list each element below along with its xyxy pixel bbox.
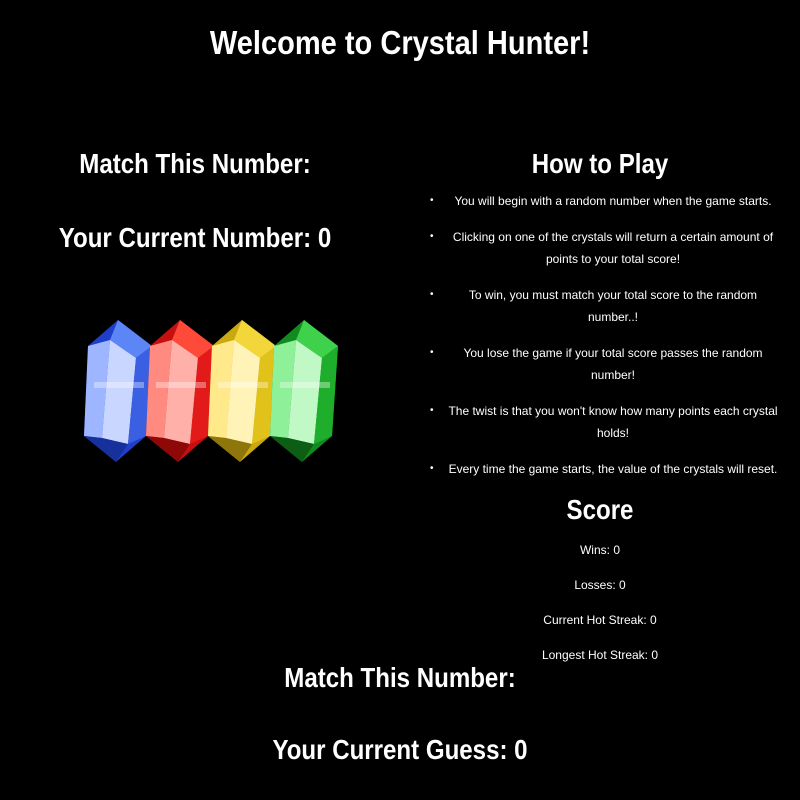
page-title: Welcome to Crystal Hunter! (209, 24, 591, 61)
bullet-icon: • (430, 463, 434, 474)
rule-text: Clicking on one of the crystals will ret… (452, 230, 774, 266)
how-to-play-title: How to Play (531, 148, 669, 179)
bottom-guess-label: Your Current Guess: 0 (272, 734, 528, 765)
rule-item: • Clicking on one of the crystals will re… (420, 226, 780, 270)
green-crystal-icon (270, 320, 338, 462)
rules-list: • You will begin with a random number whe… (420, 190, 780, 480)
rule-text: Every time the game starts, the value of… (448, 462, 778, 476)
bullet-icon: • (430, 289, 434, 300)
bullet-icon: • (430, 195, 434, 206)
rule-text: To win, you must match your total score … (468, 288, 758, 324)
bullet-icon: • (430, 405, 434, 416)
game-page: Welcome to Crystal Hunter! Match This Nu… (0, 0, 800, 800)
crystal-group (80, 318, 340, 464)
rule-item: • You lose the game if your total score p… (420, 342, 780, 386)
bottom-target-label: Match This Number: (284, 662, 516, 693)
score-title: Score (566, 494, 634, 525)
rule-text: The twist is that you won't know how man… (448, 404, 778, 440)
rule-item: • To win, you must match your total score… (420, 284, 780, 328)
wins-count: Wins: 0 (579, 543, 620, 557)
bullet-icon: • (430, 347, 434, 358)
current-streak: Current Hot Streak: 0 (543, 613, 657, 627)
rule-text: You will begin with a random number when… (454, 194, 772, 208)
target-number-label: Match This Number: (79, 148, 311, 179)
instructions-panel: How to Play • You will begin with a rando… (420, 148, 780, 680)
number-panel: Match This Number: Your Current Number: … (0, 148, 390, 254)
losses-count: Losses: 0 (574, 578, 626, 592)
rule-item: • Every time the game starts, the value o… (420, 458, 780, 480)
current-number-label: Your Current Number: 0 (58, 222, 332, 253)
score-list: Wins: 0 Losses: 0 Current Hot Streak: 0 … (420, 540, 780, 680)
green-crystal[interactable] (266, 318, 344, 464)
rule-item: • The twist is that you won't know how ma… (420, 400, 780, 444)
rule-text: You lose the game if your total score pa… (463, 346, 763, 382)
rule-item: • You will begin with a random number whe… (420, 190, 780, 212)
bullet-icon: • (430, 231, 434, 242)
